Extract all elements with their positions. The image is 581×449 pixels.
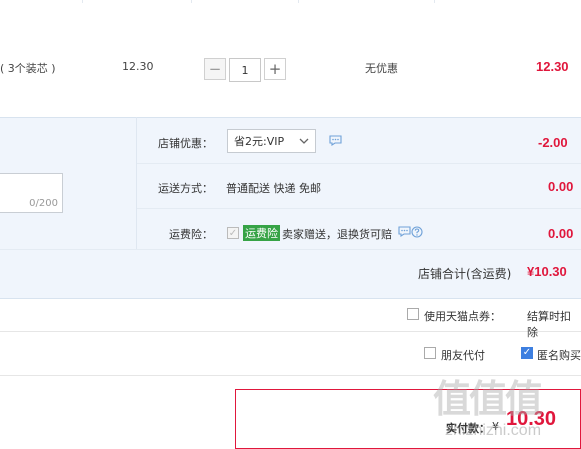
panel-row-divider: [0, 249, 581, 250]
qty-plus-button[interactable]: +: [264, 58, 286, 80]
quantity-stepper: − 1 +: [204, 58, 286, 82]
shipping-method: 普通配送 快递 免邮: [226, 182, 321, 195]
friend-pay-checkbox[interactable]: [424, 347, 436, 359]
buyer-note-textarea[interactable]: 0/200: [0, 173, 63, 213]
points-checkbox[interactable]: [407, 308, 419, 320]
qty-minus-button[interactable]: −: [204, 58, 226, 80]
shipping-label: 运送方式：: [158, 182, 213, 195]
insurance-text: 卖家赠送，退换货可赔: [282, 228, 392, 241]
points-label: 使用天猫点券：: [424, 310, 501, 323]
insurance-checkbox: ✓: [227, 227, 239, 239]
quantity-input[interactable]: 1: [229, 58, 261, 82]
shop-discount-selected: 省2元:VIP: [234, 135, 285, 148]
item-promo: 无优惠: [365, 62, 398, 75]
item-unit-price: 12.30: [122, 60, 154, 73]
header-divider: [82, 0, 83, 3]
item-description: ( 3个装芯 ): [0, 62, 56, 75]
insurance-label: 运费险：: [169, 228, 213, 241]
anonymous-checkbox[interactable]: ✓: [521, 347, 533, 359]
shop-discount-value: -2.00: [538, 135, 568, 150]
header-divider: [191, 0, 192, 3]
panel-row-divider: [137, 163, 581, 164]
anonymous-label: 匿名购买: [537, 349, 581, 362]
row-divider: [0, 331, 581, 332]
watermark-url: zhizhizhi.com: [445, 422, 542, 439]
insurance-fee: 0.00: [548, 226, 574, 241]
insurance-badge: 运费险: [243, 225, 280, 241]
chat-bubble-icon[interactable]: [398, 226, 411, 237]
help-icon[interactable]: [411, 226, 423, 238]
note-char-counter: 0/200: [29, 198, 58, 209]
cart-item-row: ( 3个装芯 ) 12.30 − 1 + 无优惠 12.30: [0, 46, 581, 116]
shop-discount-select[interactable]: 省2元:VIP: [227, 129, 316, 153]
panel-row-divider: [137, 208, 581, 209]
chevron-down-icon: [299, 138, 309, 144]
header-divider: [434, 0, 435, 3]
panel-divider: [136, 117, 137, 249]
watermark-logo: 值值值: [433, 376, 543, 421]
shop-total-label: 店铺合计(含运费): [418, 267, 512, 281]
shipping-fee: 0.00: [548, 179, 574, 194]
points-deduct-text: 结算时扣除: [527, 310, 571, 339]
cart-header-strip: [0, 0, 581, 47]
shop-discount-label: 店铺优惠：: [158, 137, 213, 150]
friend-pay-label: 朋友代付: [441, 349, 485, 362]
header-divider: [298, 0, 299, 3]
shop-total-value: ¥10.30: [527, 264, 567, 279]
chat-bubble-icon[interactable]: [329, 135, 342, 146]
item-subtotal: 12.30: [536, 59, 569, 74]
